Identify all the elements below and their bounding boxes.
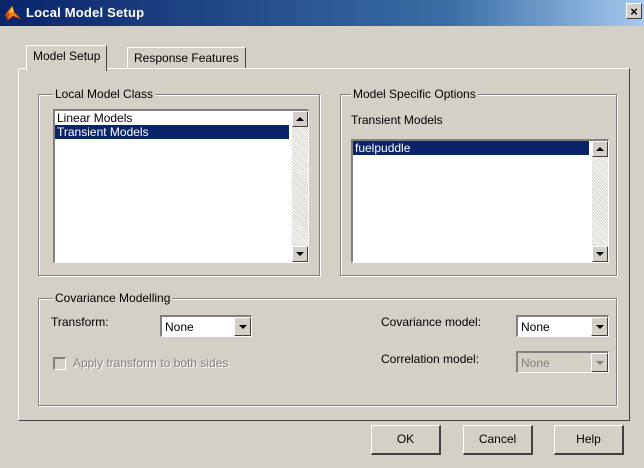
chevron-down-icon <box>595 324 604 329</box>
cancel-button[interactable]: Cancel <box>463 425 533 455</box>
local-model-class-list[interactable]: Linear Models Transient Models <box>53 109 309 263</box>
covariance-model-value: None <box>521 320 550 334</box>
dropdown-button[interactable] <box>591 317 608 336</box>
local-model-class-group: Local Model Class Linear Models Transien… <box>38 87 320 276</box>
correlation-model-label: Correlation model: <box>381 352 480 366</box>
transform-value: None <box>165 320 194 334</box>
tab-model-setup[interactable]: Model Setup <box>26 45 108 71</box>
scroll-down-button[interactable] <box>292 246 308 262</box>
covariance-modelling-group: Covariance Modelling Transform: None App… <box>38 291 617 406</box>
chevron-down-icon <box>238 324 247 329</box>
model-specific-options-group: Model Specific Options Transient Models … <box>340 87 617 276</box>
scrollbar[interactable] <box>592 141 608 262</box>
group-title: Model Specific Options <box>351 87 478 101</box>
arrow-down-icon <box>296 252 304 256</box>
arrow-up-icon <box>596 147 604 151</box>
help-button[interactable]: Help <box>554 425 624 455</box>
arrow-down-icon <box>596 252 604 256</box>
group-title: Local Model Class <box>53 87 156 101</box>
scroll-up-button[interactable] <box>592 141 608 157</box>
correlation-model-select[interactable]: None <box>516 351 609 373</box>
close-button[interactable]: × <box>626 3 642 19</box>
close-icon: × <box>630 4 638 19</box>
tab-label: Model Setup <box>33 49 101 63</box>
covariance-model-label: Covariance model: <box>381 315 482 329</box>
list-item[interactable]: Linear Models <box>55 111 308 125</box>
tab-label: Response Features <box>134 51 239 65</box>
local-model-setup-dialog: Local Model Setup × Model Setup Response… <box>0 0 644 468</box>
window-title: Local Model Setup <box>26 5 145 20</box>
scrollbar[interactable] <box>292 111 308 262</box>
matlab-logo-icon <box>4 5 22 21</box>
model-options-list[interactable]: fuelpuddle <box>351 139 609 263</box>
dropdown-button[interactable] <box>591 353 608 372</box>
group-title: Covariance Modelling <box>53 291 173 305</box>
scroll-down-button[interactable] <box>592 246 608 262</box>
list-item[interactable]: Transient Models <box>55 125 289 139</box>
correlation-model-value: None <box>521 356 550 370</box>
title-bar[interactable]: Local Model Setup × <box>0 0 644 26</box>
apply-transform-checkbox[interactable] <box>53 357 66 370</box>
dropdown-button[interactable] <box>234 317 251 336</box>
chevron-down-icon <box>595 360 604 365</box>
tab-response-features[interactable]: Response Features <box>127 47 246 68</box>
transform-label: Transform: <box>51 315 109 329</box>
arrow-up-icon <box>296 117 304 121</box>
scroll-up-button[interactable] <box>292 111 308 127</box>
list-item[interactable]: fuelpuddle <box>353 141 589 155</box>
apply-transform-label: Apply transform to both sides <box>73 356 229 370</box>
covariance-model-select[interactable]: None <box>516 315 609 337</box>
options-subtitle: Transient Models <box>351 113 443 127</box>
ok-button[interactable]: OK <box>371 425 441 455</box>
transform-select[interactable]: None <box>160 315 252 337</box>
